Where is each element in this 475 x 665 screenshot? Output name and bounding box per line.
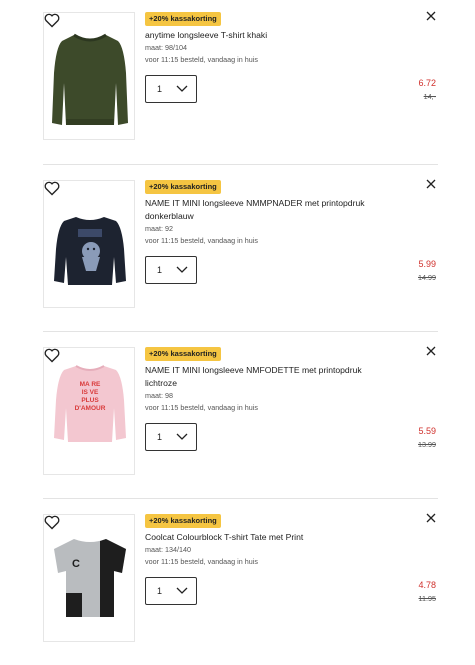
discount-badge: +20% kassakorting: [145, 514, 221, 528]
discount-badge: +20% kassakorting: [145, 180, 221, 194]
chevron-down-icon: [176, 587, 188, 594]
grey-black-tshirt-image: C: [54, 539, 126, 617]
product-title[interactable]: NAME IT MINI longsleeve NMMPNADER met pr…: [145, 197, 390, 223]
quantity-select[interactable]: 1: [145, 75, 197, 103]
cart-item: +20% kassakorting NAME IT MINI longsleev…: [43, 179, 438, 315]
product-title[interactable]: Coolcat Colourblock T-shirt Tate met Pri…: [145, 531, 390, 544]
price-current: 6.72: [418, 78, 436, 88]
heart-icon[interactable]: [44, 515, 60, 530]
price-current: 5.99: [418, 259, 436, 269]
delivery-info: voor 11:15 besteld, vandaag in huis: [145, 55, 258, 64]
quantity-value: 1: [157, 586, 163, 596]
product-title[interactable]: NAME IT MINI longsleeve NMFODETTE met pr…: [145, 364, 390, 390]
price-original: 13.99: [418, 440, 436, 449]
quantity-value: 1: [157, 84, 163, 94]
print-line-4: D'AMOUR: [75, 405, 106, 412]
close-icon[interactable]: [426, 513, 436, 523]
price-original: 14,-: [423, 92, 436, 101]
delivery-info: voor 11:15 besteld, vandaag in huis: [145, 236, 258, 245]
navy-longsleeve-image: [54, 217, 126, 285]
divider: [43, 331, 438, 332]
print-line-3: PLUS: [81, 397, 99, 404]
close-icon[interactable]: [426, 11, 436, 21]
product-size: maat: 134/140: [145, 545, 191, 554]
cart-item: MA RE IS VE PLUS D'AMOUR +20% kassakorti…: [43, 346, 438, 482]
cart-item: +20% kassakorting anytime longsleeve T-s…: [43, 11, 438, 147]
product-size: maat: 92: [145, 224, 173, 233]
khaki-sweater-image: [52, 33, 128, 125]
product-image-grey-tshirt[interactable]: C: [43, 514, 135, 642]
price-original: 11.95: [418, 594, 436, 603]
product-image-pink-longsleeve[interactable]: MA RE IS VE PLUS D'AMOUR: [43, 347, 135, 475]
heart-icon[interactable]: [44, 348, 60, 363]
close-icon[interactable]: [426, 346, 436, 356]
product-size: maat: 98/104: [145, 43, 187, 52]
price-current: 5.59: [418, 426, 436, 436]
product-image-khaki-sweater[interactable]: [43, 12, 135, 140]
cart-item: C +20% kassakorting Coolcat Colourblock …: [43, 513, 438, 649]
heart-icon[interactable]: [44, 181, 60, 196]
divider: [43, 164, 438, 165]
product-title[interactable]: anytime longsleeve T-shirt khaki: [145, 29, 390, 42]
quantity-value: 1: [157, 265, 163, 275]
product-size: maat: 98: [145, 391, 173, 400]
quantity-select[interactable]: 1: [145, 256, 197, 284]
chevron-down-icon: [176, 433, 188, 440]
price-original: 14.99: [418, 273, 436, 282]
delivery-info: voor 11:15 besteld, vandaag in huis: [145, 403, 258, 412]
discount-badge: +20% kassakorting: [145, 12, 221, 26]
quantity-select[interactable]: 1: [145, 423, 197, 451]
print-line-2: IS VE: [82, 389, 99, 396]
quantity-select[interactable]: 1: [145, 577, 197, 605]
product-image-navy-longsleeve[interactable]: [43, 180, 135, 308]
pink-longsleeve-image: MA RE IS VE PLUS D'AMOUR: [54, 365, 126, 442]
chevron-down-icon: [176, 85, 188, 92]
divider: [43, 498, 438, 499]
discount-badge: +20% kassakorting: [145, 347, 221, 361]
print-line-1: MA RE: [80, 381, 101, 388]
delivery-info: voor 11:15 besteld, vandaag in huis: [145, 557, 258, 566]
heart-icon[interactable]: [44, 13, 60, 28]
chevron-down-icon: [176, 266, 188, 273]
quantity-value: 1: [157, 432, 163, 442]
print-letter: C: [72, 558, 80, 570]
close-icon[interactable]: [426, 179, 436, 189]
price-current: 4.78: [418, 580, 436, 590]
